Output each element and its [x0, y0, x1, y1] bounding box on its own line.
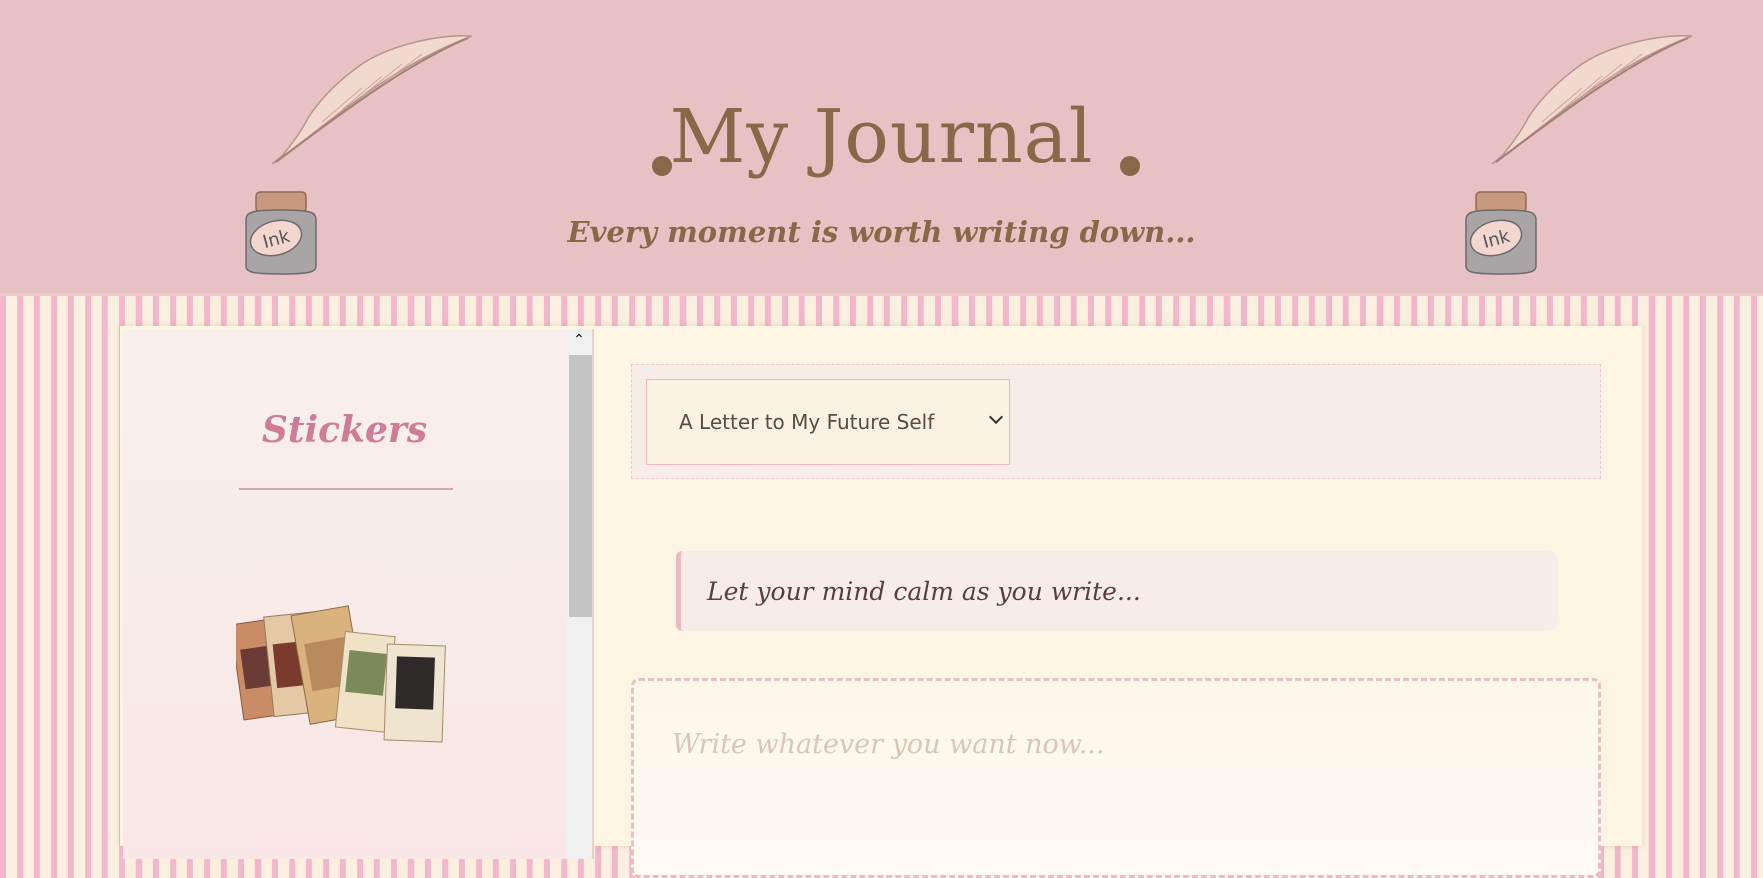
title-dot-right [1120, 156, 1140, 176]
sidebar-title: Stickers [261, 409, 428, 451]
chevron-up-icon[interactable]: ⌃ [570, 331, 588, 349]
topic-bar: A Letter to My Future Self [631, 364, 1601, 479]
scrollbar-thumb[interactable] [569, 355, 593, 617]
sidebar-divider [239, 488, 453, 490]
journal-page: Stickers ⌃ A Letter to My Future Self Le… [120, 326, 1642, 878]
sticker-books[interactable] [236, 605, 452, 745]
writing-prompt: Let your mind calm as you write... [676, 551, 1558, 631]
topic-select-value: A Letter to My Future Self [679, 410, 935, 434]
header: Ink Ink My Journal Every moment is worth… [0, 0, 1763, 296]
title-dot-left [652, 156, 672, 176]
sidebar-border [592, 329, 594, 859]
page-subtitle: Every moment is worth writing down... [567, 215, 1196, 249]
sidebar-scrollbar[interactable]: ⌃ [566, 329, 593, 859]
sticker-sidebar: Stickers [123, 329, 566, 859]
page-title: My Journal [669, 94, 1094, 180]
title-row: My Journal [0, 94, 1763, 180]
chevron-down-icon [988, 409, 1004, 425]
journal-textarea[interactable] [631, 678, 1601, 878]
topic-select[interactable]: A Letter to My Future Self [646, 379, 1010, 465]
